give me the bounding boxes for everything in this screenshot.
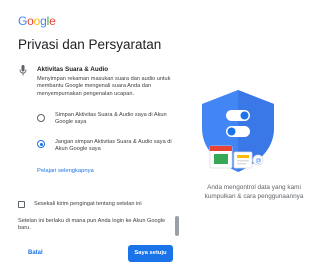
- reminder-checkbox[interactable]: [18, 201, 25, 208]
- radio-save-activity-label[interactable]: Simpan Aktivitas Suara & Audio saya di A…: [55, 112, 173, 127]
- logo-letter: G: [18, 14, 28, 28]
- page-title: Privasi dan Persyaratan: [18, 37, 162, 52]
- section-title: Aktivitas Suara & Audio: [37, 66, 109, 73]
- radio-dont-save-activity-label[interactable]: Jangan simpan Aktivitas Suara & Audio sa…: [55, 139, 173, 154]
- illustration-caption: Anda mengontrol data yang kami kumpulkan…: [204, 184, 304, 200]
- logo-letter: e: [49, 14, 56, 28]
- shield-illustration-icon: @: [202, 90, 274, 172]
- agree-button[interactable]: Saya setuju: [128, 245, 173, 262]
- google-logo: Google: [18, 14, 56, 28]
- learn-more-link[interactable]: Pelajari selengkapnya: [37, 168, 94, 174]
- radio-dont-save-activity[interactable]: [37, 140, 45, 148]
- settings-note: Setelan ini berlaku di mana pun Anda log…: [18, 218, 166, 232]
- svg-text:@: @: [255, 159, 261, 165]
- cancel-button[interactable]: Batal: [28, 250, 43, 256]
- privacy-illustration: @: [188, 86, 288, 176]
- settings-scroll-panel[interactable]: Aktivitas Suara & Audio Menyimpan rekama…: [0, 62, 184, 236]
- mic-icon: [19, 65, 27, 76]
- reminder-checkbox-label[interactable]: Sesekali kirim pengingat tentang setelan…: [34, 201, 142, 207]
- scrollbar-track[interactable]: [175, 60, 179, 238]
- radio-save-activity[interactable]: [37, 114, 45, 122]
- scrollbar-thumb[interactable]: [175, 216, 179, 236]
- section-description: Menyimpan rekaman masukan suara dan audi…: [37, 76, 171, 97]
